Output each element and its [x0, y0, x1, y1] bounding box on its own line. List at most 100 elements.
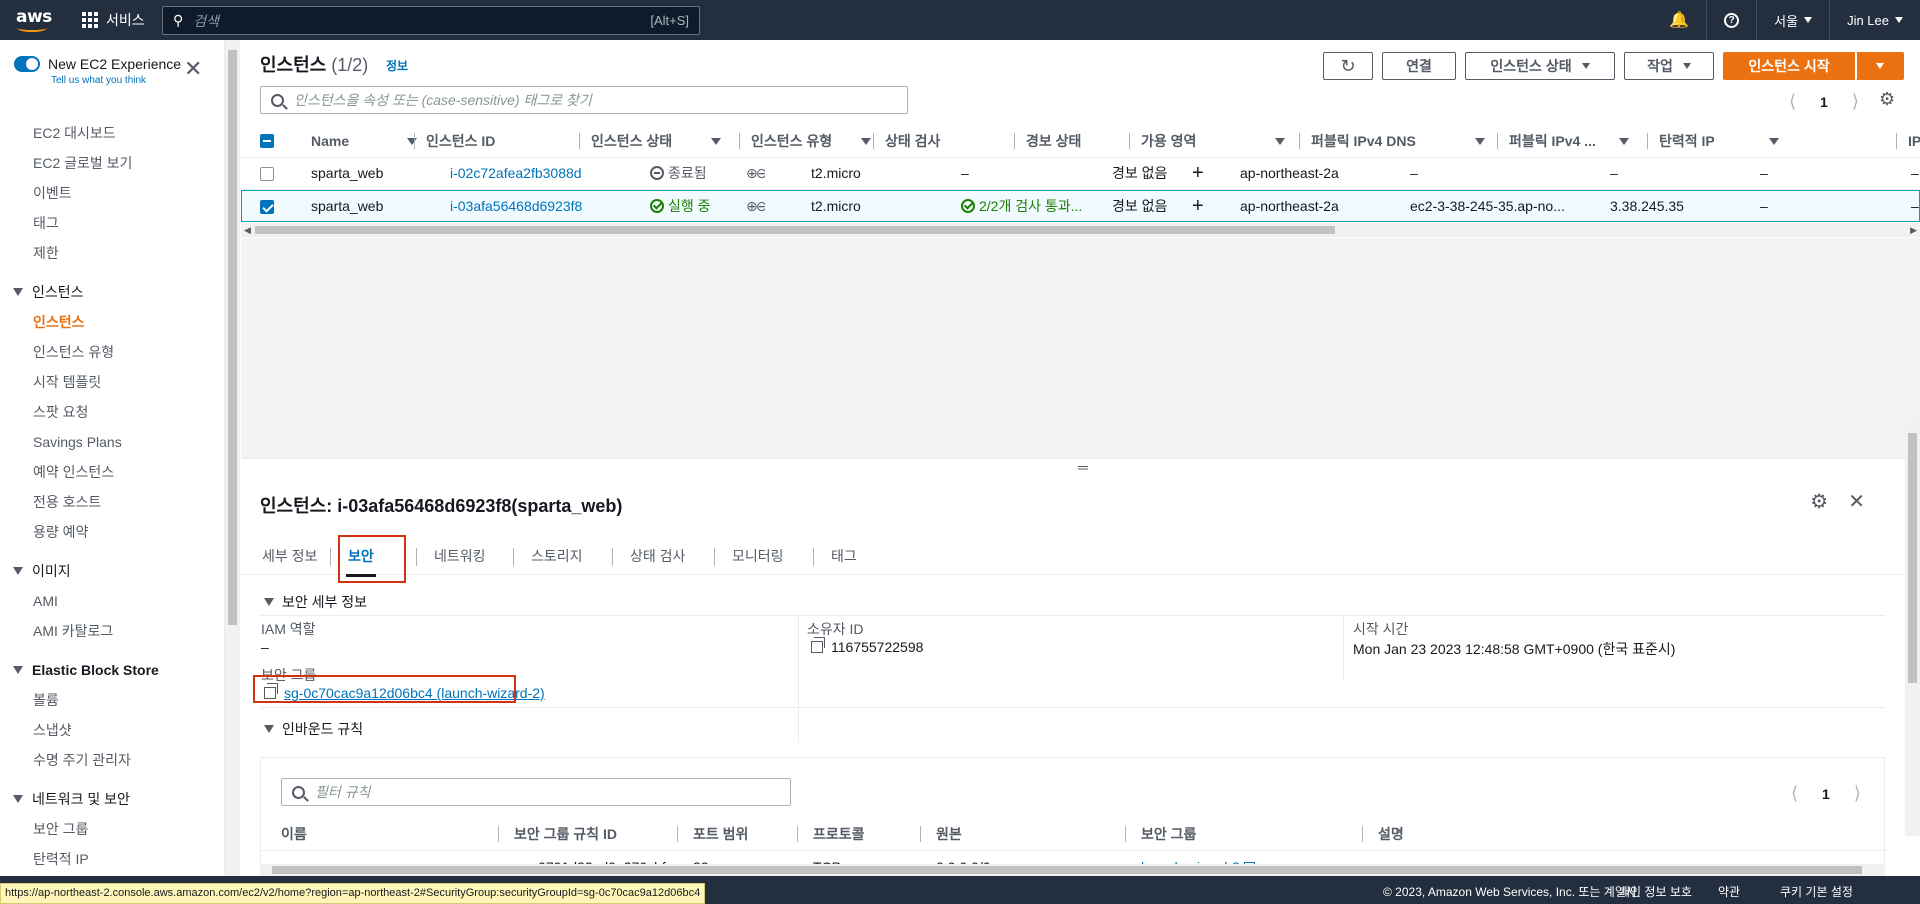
rule-column-protocol[interactable]: 프로토콜 — [797, 818, 865, 850]
sidebar-item-limits[interactable]: 제한 — [0, 238, 224, 268]
sidebar-section-network[interactable]: 네트워크 및 보안 — [0, 784, 224, 814]
info-link[interactable]: 정보 — [386, 57, 408, 74]
sidebar-section-images[interactable]: 이미지 — [0, 556, 224, 586]
terms-link[interactable]: 약관 — [1718, 883, 1740, 900]
sidebar-item-global-view[interactable]: EC2 글로벌 보기 — [0, 148, 224, 178]
cell-instance-id-link[interactable]: i-03afa56468d6923f8 — [450, 191, 582, 222]
instance-state-button[interactable]: 인스턴스 상태 — [1465, 52, 1615, 80]
table-horizontal-scrollbar[interactable]: ◀ ▶ — [241, 223, 1920, 237]
rule-column-security-group[interactable]: 보안 그룹 — [1124, 818, 1196, 850]
sidebar-item-security-groups[interactable]: 보안 그룹 — [0, 814, 224, 844]
column-header-elastic-ip[interactable]: 탄력적 IP — [1647, 124, 1779, 158]
column-header-status-check[interactable]: 상태 검사 — [872, 124, 940, 158]
cell-instance-id-link[interactable]: i-02c72afea2fb3088d — [450, 158, 582, 189]
add-alarm-icon[interactable]: + — [1192, 191, 1204, 222]
sidebar-item-ami[interactable]: AMI — [0, 586, 224, 616]
next-page-icon[interactable]: ⟩ — [1852, 91, 1859, 112]
sidebar-item-reserved-instances[interactable]: 예약 인스턴스 — [0, 457, 224, 487]
sidebar-item-launch-templates[interactable]: 시작 템플릿 — [0, 367, 224, 397]
sidebar-item-savings-plans[interactable]: Savings Plans — [0, 427, 224, 457]
sidebar-item-lifecycle-manager[interactable]: 수명 주기 관리자 — [0, 745, 224, 775]
services-menu-button[interactable]: 서비스 — [82, 10, 145, 30]
sidebar-item-instance-types[interactable]: 인스턴스 유형 — [0, 337, 224, 367]
sidebar-item-ec2-dashboard[interactable]: EC2 대시보드 — [0, 118, 224, 148]
connect-button[interactable]: 연결 — [1382, 52, 1456, 80]
privacy-link[interactable]: 개인 정보 보호 — [1619, 883, 1692, 900]
current-page[interactable]: 1 — [1820, 94, 1828, 110]
rules-horizontal-scrollbar[interactable] — [260, 864, 1885, 876]
sidebar-scrollbar[interactable] — [225, 40, 240, 876]
rule-column-port-range[interactable]: 포트 범위 — [676, 818, 748, 850]
notifications-button[interactable]: 🔔 — [1652, 0, 1706, 40]
row-checkbox[interactable] — [260, 200, 274, 214]
zoom-icons[interactable]: ⊕⊖ — [746, 191, 765, 222]
sidebar-section-instances[interactable]: 인스턴스 — [0, 277, 224, 307]
scroll-right-icon[interactable]: ▶ — [1910, 223, 1917, 237]
sidebar-item-capacity-reservations[interactable]: 용량 예약 — [0, 517, 224, 547]
column-header-name[interactable]: Name — [311, 124, 417, 158]
instance-filter-input[interactable]: 인스턴스을 속성 또는 (case-sensitive) 태그로 찾기 — [260, 86, 908, 114]
feedback-link[interactable]: Tell us what you think — [51, 75, 146, 86]
rule-column-description[interactable]: 설명 — [1362, 818, 1404, 850]
rules-filter-input[interactable]: 필터 규칙 — [281, 778, 791, 806]
refresh-button[interactable]: ↻ — [1323, 52, 1373, 80]
sidebar-section-ebs[interactable]: Elastic Block Store — [0, 655, 224, 685]
account-menu[interactable]: Jin Lee — [1829, 0, 1920, 40]
sidebar-item-dedicated-hosts[interactable]: 전용 호스트 — [0, 487, 224, 517]
scroll-left-icon[interactable]: ◀ — [244, 223, 251, 237]
tab-tags[interactable]: 태그 — [813, 539, 857, 575]
sidebar-item-events[interactable]: 이벤트 — [0, 178, 224, 208]
settings-gear-icon[interactable]: ⚙ — [1810, 489, 1828, 514]
rule-column-name[interactable]: 이름 — [281, 818, 307, 850]
row-checkbox[interactable] — [260, 167, 274, 181]
sidebar-item-volumes[interactable]: 볼륨 — [0, 685, 224, 715]
column-header-public-dns[interactable]: 퍼블릭 IPv4 DNS — [1299, 124, 1485, 158]
sidebar-item-elastic-ips[interactable]: 탄력적 IP — [0, 844, 224, 874]
column-header-instance-state[interactable]: 인스턴스 상태 — [578, 124, 721, 158]
inbound-rules-section[interactable]: 인바운드 규칙 — [264, 719, 363, 739]
actions-button[interactable]: 작업 — [1624, 52, 1714, 80]
column-header-instance-type[interactable]: 인스턴스 유형 — [738, 124, 871, 158]
detail-vertical-scrollbar[interactable] — [1905, 418, 1920, 836]
column-header-ip[interactable]: IP — [1895, 124, 1920, 158]
column-header-availability-zone[interactable]: 가용 영역 — [1128, 124, 1285, 158]
region-selector[interactable]: 서울 — [1756, 0, 1829, 40]
security-details-section[interactable]: 보안 세부 정보 — [264, 592, 367, 612]
global-search-input[interactable]: ⚲ 검색 [Alt+S] — [162, 6, 700, 35]
copy-icon[interactable] — [811, 637, 825, 653]
sidebar-item-ami-catalog[interactable]: AMI 카탈로그 — [0, 616, 224, 646]
column-header-instance-id[interactable]: 인스턴스 ID — [413, 124, 495, 158]
new-experience-toggle[interactable] — [14, 56, 40, 72]
sidebar-item-tags[interactable]: 태그 — [0, 208, 224, 238]
tab-status-checks[interactable]: 상태 검사 — [611, 539, 685, 575]
launch-instances-button[interactable]: 인스턴스 시작 — [1723, 52, 1855, 80]
table-row[interactable]: sparta_web i-03afa56468d6923f8 실행 중 ⊕⊖ t… — [241, 190, 1920, 222]
resize-handle-icon[interactable]: ═ — [1078, 459, 1088, 475]
select-all-checkbox[interactable] — [260, 134, 274, 148]
table-row[interactable]: sparta_web i-02c72afea2fb3088d 종료됨 ⊕⊖ t2… — [241, 158, 1920, 190]
sidebar-item-spot-requests[interactable]: 스팟 요청 — [0, 397, 224, 427]
tab-networking[interactable]: 네트워킹 — [416, 539, 486, 575]
support-button[interactable]: ? — [1706, 0, 1756, 40]
zoom-icons[interactable]: ⊕⊖ — [746, 158, 765, 189]
column-header-alarm-status[interactable]: 경보 상태 — [1013, 124, 1081, 158]
sidebar-item-snapshots[interactable]: 스냅샷 — [0, 715, 224, 745]
rule-column-rule-id[interactable]: 보안 그룹 규칙 ID — [498, 818, 617, 850]
cookie-preferences-link[interactable]: 쿠키 기본 설정 — [1780, 883, 1853, 900]
close-icon[interactable]: ✕ — [1848, 489, 1865, 514]
rule-column-source[interactable]: 원본 — [920, 818, 962, 850]
tab-details[interactable]: 세부 정보 — [262, 539, 317, 575]
sidebar-item-instances[interactable]: 인스턴스 — [0, 307, 224, 337]
tab-storage[interactable]: 스토리지 — [513, 539, 583, 575]
aws-logo[interactable]: aws — [16, 5, 52, 35]
tab-monitoring[interactable]: 모니터링 — [714, 539, 784, 575]
current-page[interactable]: 1 — [1822, 786, 1830, 802]
settings-gear-icon[interactable]: ⚙ — [1879, 89, 1895, 110]
next-page-icon[interactable]: ⟩ — [1854, 783, 1861, 804]
add-alarm-icon[interactable]: + — [1192, 158, 1204, 189]
launch-dropdown-button[interactable] — [1856, 52, 1904, 80]
prev-page-icon[interactable]: ⟨ — [1789, 91, 1796, 112]
prev-page-icon[interactable]: ⟨ — [1791, 783, 1798, 804]
column-header-public-ipv4[interactable]: 퍼블릭 IPv4 ... — [1497, 124, 1629, 158]
close-icon[interactable]: ✕ — [184, 58, 202, 80]
